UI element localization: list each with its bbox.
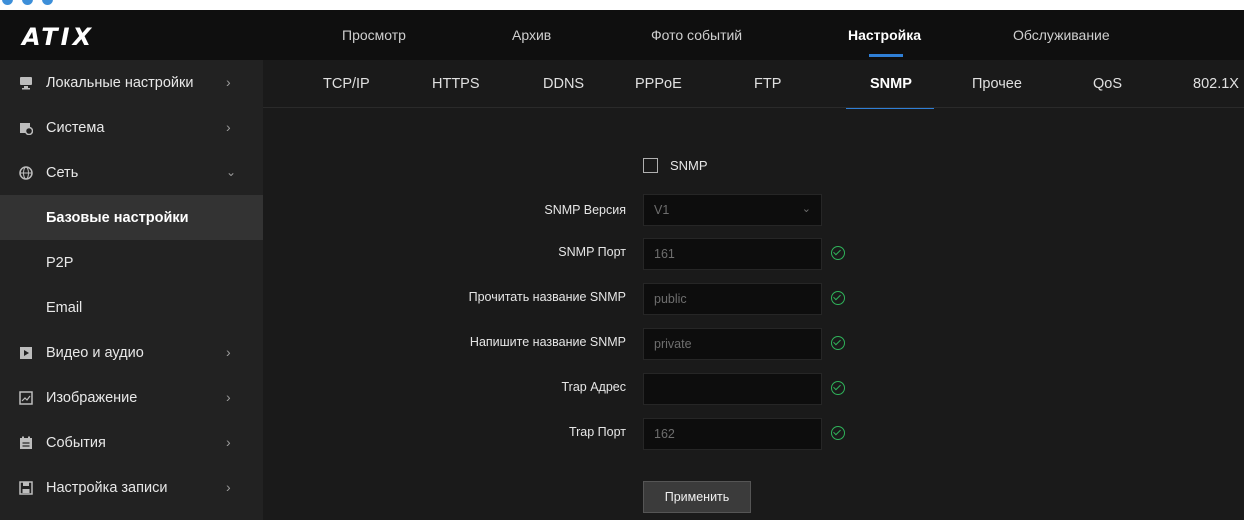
nav-active-indicator xyxy=(869,54,903,57)
sidebar-item-label: Изображение xyxy=(46,389,138,406)
read-community-input[interactable] xyxy=(643,283,822,315)
chevron-right-icon: › xyxy=(226,344,231,360)
valid-check-icon xyxy=(831,426,845,440)
sidebar-item-label: События xyxy=(46,434,106,451)
nav-archive[interactable]: Архив xyxy=(512,27,551,43)
sidebar-item-label: P2P xyxy=(46,254,74,271)
snmp-port-input[interactable] xyxy=(643,238,822,270)
globe-icon xyxy=(19,165,33,180)
nav-event-photos[interactable]: Фото событий xyxy=(651,27,742,43)
apply-button[interactable]: Применить xyxy=(643,481,751,513)
events-icon xyxy=(19,436,33,450)
nav-view[interactable]: Просмотр xyxy=(342,27,406,43)
tab-ftp[interactable]: FTP xyxy=(754,76,781,92)
nav-settings[interactable]: Настройка xyxy=(848,27,921,43)
write-community-label: Напишите название SNMP xyxy=(469,335,626,349)
tab-https[interactable]: HTTPS xyxy=(432,76,480,92)
sidebar-item-label: Настройка записи xyxy=(46,479,168,496)
snmp-version-label: SNMP Версия xyxy=(544,203,626,217)
circle-icon xyxy=(2,0,13,5)
sidebar: Локальные настройки › Система › Сеть ⌄ Б… xyxy=(0,60,263,520)
snmp-version-value: V1 xyxy=(654,203,670,217)
valid-check-icon xyxy=(831,336,845,350)
chevron-down-icon: ⌄ xyxy=(226,165,237,179)
browser-strip xyxy=(0,0,1244,10)
trap-port-label: Trap Порт xyxy=(568,425,626,439)
tab-snmp[interactable]: SNMP xyxy=(870,76,912,92)
snmp-enable-label: SNMP xyxy=(670,158,708,173)
chevron-right-icon: › xyxy=(226,389,231,405)
write-community-input[interactable] xyxy=(643,328,822,360)
system-icon xyxy=(19,121,34,135)
circle-icon xyxy=(22,0,33,5)
chevron-right-icon: › xyxy=(226,479,231,495)
sidebar-item-email[interactable]: Email xyxy=(0,285,263,330)
sidebar-item-p2p[interactable]: P2P xyxy=(0,240,263,285)
circle-icon xyxy=(42,0,53,5)
trap-address-label: Trap Адрес xyxy=(561,380,627,394)
chevron-right-icon: › xyxy=(226,119,231,135)
snmp-enable-checkbox[interactable] xyxy=(643,158,658,173)
sidebar-item-label: Email xyxy=(46,299,83,316)
tab-other[interactable]: Прочее xyxy=(972,76,1022,92)
read-community-label: Прочитать название SNMP xyxy=(468,290,626,304)
sidebar-item-label: Видео и аудио xyxy=(46,344,144,361)
record-icon xyxy=(19,480,33,495)
tab-ddns[interactable]: DDNS xyxy=(543,76,584,92)
trap-port-input[interactable] xyxy=(643,418,822,450)
sidebar-item-label: Базовые настройки xyxy=(46,209,189,226)
tab-qos[interactable]: QoS xyxy=(1093,76,1122,92)
snmp-version-select[interactable]: V1 ⌄ xyxy=(643,194,822,226)
trap-address-input[interactable] xyxy=(643,373,822,405)
logo: ATIX xyxy=(22,23,95,51)
sidebar-item-record-settings[interactable]: Настройка записи › xyxy=(0,465,263,510)
sidebar-item-basic-settings[interactable]: Базовые настройки xyxy=(0,195,263,240)
sidebar-item-network[interactable]: Сеть ⌄ xyxy=(0,150,263,195)
valid-check-icon xyxy=(831,291,845,305)
snmp-port-label: SNMP Порт xyxy=(558,245,626,259)
tab-bar: TCP/IP HTTPS DDNS PPPoE FTP SNMP Прочее … xyxy=(263,60,1244,108)
tab-tcpip[interactable]: TCP/IP xyxy=(323,76,370,92)
chevron-down-icon: ⌄ xyxy=(801,203,811,215)
chevron-right-icon: › xyxy=(226,434,231,450)
sidebar-item-events[interactable]: События › xyxy=(0,420,263,465)
sidebar-item-system[interactable]: Система › xyxy=(0,105,263,150)
tab-pppoe[interactable]: PPPoE xyxy=(635,76,682,92)
valid-check-icon xyxy=(831,381,845,395)
valid-check-icon xyxy=(831,246,845,260)
sidebar-item-label: Локальные настройки xyxy=(46,74,194,91)
nav-maintenance[interactable]: Обслуживание xyxy=(1013,27,1110,43)
top-bar: ATIX Просмотр Архив Фото событий Настрой… xyxy=(0,10,1244,60)
sidebar-item-label: Система xyxy=(46,119,105,136)
chevron-right-icon: › xyxy=(226,74,231,90)
monitor-icon xyxy=(19,76,33,90)
tab-8021x[interactable]: 802.1X xyxy=(1193,76,1239,92)
sidebar-item-local-settings[interactable]: Локальные настройки › xyxy=(0,60,263,105)
video-icon xyxy=(19,346,33,360)
sidebar-item-label: Сеть xyxy=(46,164,79,181)
sidebar-item-image[interactable]: Изображение › xyxy=(0,375,263,420)
snmp-enable-row: SNMP xyxy=(643,158,708,173)
image-icon xyxy=(19,390,33,405)
sidebar-item-video-audio[interactable]: Видео и аудио › xyxy=(0,330,263,375)
